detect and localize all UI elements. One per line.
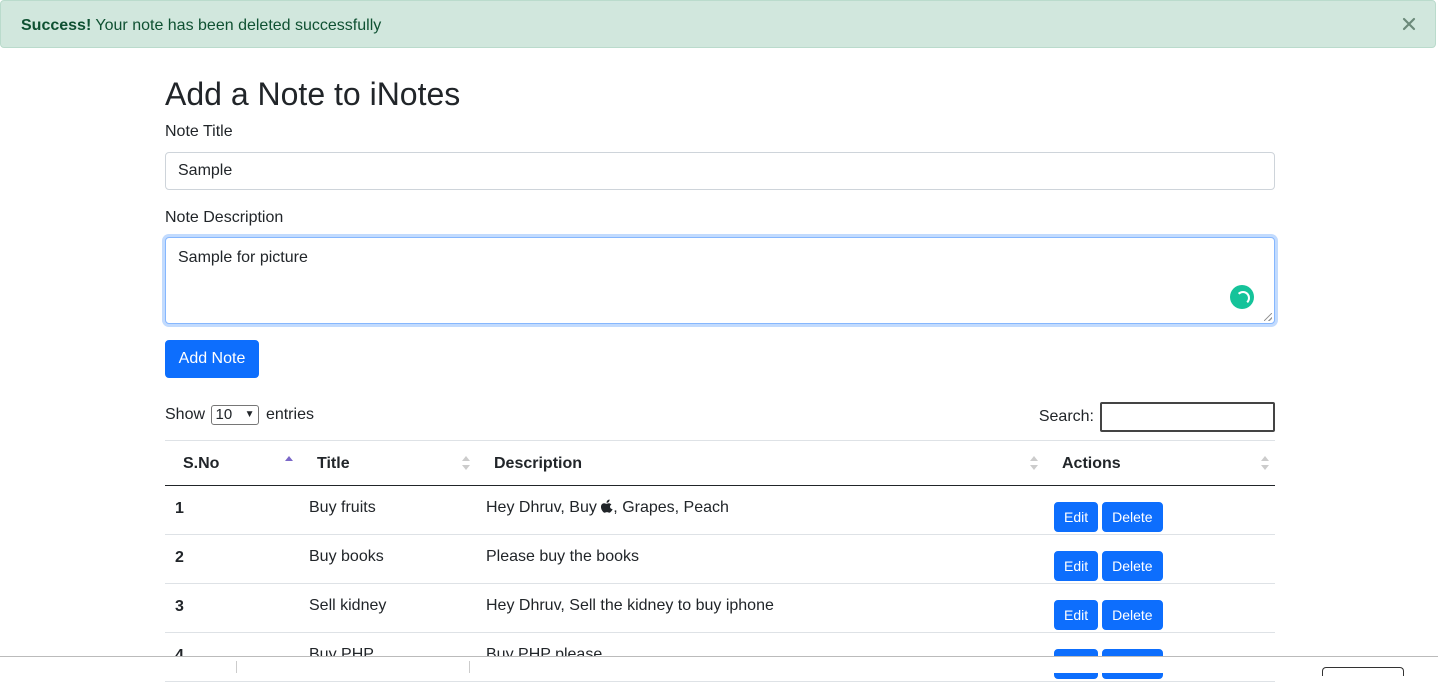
chevron-down-icon: ▼ — [244, 408, 255, 420]
divider — [236, 661, 237, 673]
resize-handle-icon[interactable] — [1264, 313, 1272, 321]
note-description-text: Sample for picture — [178, 249, 308, 266]
notes-table: S.No Title Description Actions 1 Buy fru… — [165, 440, 1275, 682]
cell-title: Sell kidney — [309, 597, 387, 614]
divider — [469, 661, 470, 673]
cell-title: Buy fruits — [309, 499, 376, 516]
delete-button[interactable]: Delete — [1102, 551, 1163, 581]
table-row: 3 Sell kidney Hey Dhruv, Sell the kidney… — [165, 584, 1275, 633]
grammarly-icon[interactable] — [1230, 285, 1254, 309]
column-header-actions[interactable]: Actions — [1062, 441, 1121, 485]
table-search: Search: — [1039, 402, 1275, 432]
cell-description: Hey Dhruv, Sell the kidney to buy iphone — [486, 597, 774, 614]
column-header-title[interactable]: Title — [317, 441, 350, 485]
sort-ascending-icon[interactable] — [285, 456, 293, 472]
cell-sno: 2 — [175, 549, 184, 566]
note-title-label: Note Title — [165, 123, 233, 140]
column-header-sno[interactable]: S.No — [183, 441, 219, 485]
cell-description: Hey Dhruv, Buy , Grapes, Peach — [486, 486, 729, 534]
apple-icon — [601, 499, 613, 513]
alert-message: Success! Your note has been deleted succ… — [21, 16, 381, 36]
edit-button[interactable]: Edit — [1054, 600, 1099, 630]
sort-icon[interactable] — [1030, 456, 1038, 472]
add-note-button[interactable]: Add Note — [165, 340, 259, 378]
cell-sno: 3 — [175, 598, 184, 615]
close-icon[interactable] — [1401, 16, 1417, 32]
table-row: 1 Buy fruits Hey Dhruv, Buy , Grapes, Pe… — [165, 486, 1275, 535]
column-header-description[interactable]: Description — [494, 441, 582, 485]
cell-description: Please buy the books — [486, 548, 639, 565]
cell-description-text: Hey Dhruv, Buy — [486, 499, 602, 516]
sort-icon[interactable] — [462, 456, 470, 472]
show-entries-control: Show 10 ▼ entries — [165, 404, 314, 426]
note-description-textarea[interactable]: Sample for picture — [165, 237, 1275, 324]
delete-button[interactable]: Delete — [1102, 502, 1163, 532]
cell-description-text-2: , Grapes, Peach — [613, 499, 729, 516]
page-title: Add a Note to iNotes — [165, 76, 461, 112]
success-alert: Success! Your note has been deleted succ… — [0, 0, 1436, 48]
delete-button[interactable]: Delete — [1102, 600, 1163, 630]
sort-icon[interactable] — [1261, 456, 1269, 472]
cell-actions: EditDelete — [1054, 486, 1163, 534]
entries-label: entries — [265, 406, 314, 423]
cell-title: Buy books — [309, 548, 384, 565]
table-header: S.No Title Description Actions — [165, 441, 1275, 486]
edit-button[interactable]: Edit — [1054, 551, 1099, 581]
edit-button[interactable]: Edit — [1054, 502, 1099, 532]
bottom-bar — [0, 656, 1438, 676]
search-label: Search: — [1038, 408, 1094, 425]
alert-text: Your note has been deleted successfully — [95, 17, 382, 34]
alert-strong: Success! — [21, 17, 92, 34]
cell-sno: 1 — [175, 500, 184, 517]
entries-select[interactable]: 10 ▼ — [211, 404, 260, 425]
show-label: Show — [165, 406, 206, 423]
table-row: 2 Buy books Please buy the books Edit Del… — [165, 535, 1275, 584]
cell-actions: EditDelete — [1054, 535, 1163, 583]
cell-actions: EditDelete — [1054, 584, 1163, 632]
note-description-label: Note Description — [165, 209, 284, 226]
note-title-input[interactable]: Sample — [165, 152, 1275, 190]
search-input[interactable] — [1100, 402, 1275, 432]
entries-value: 10 — [215, 405, 233, 423]
